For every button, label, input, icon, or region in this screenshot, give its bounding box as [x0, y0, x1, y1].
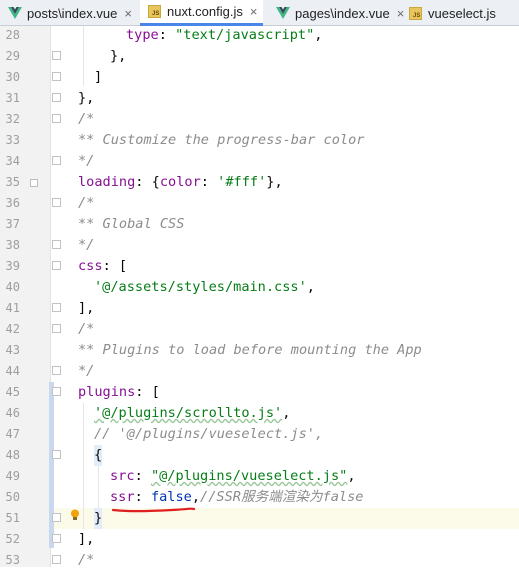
- tab-vueselect-js[interactable]: JS vueselect.js: [409, 0, 496, 26]
- line-number: 28: [5, 28, 20, 42]
- code-line-38[interactable]: */: [78, 235, 94, 256]
- line-number: 29: [5, 49, 20, 63]
- code-line-47[interactable]: // '@/plugins/vueselect.js',: [94, 424, 323, 445]
- fold-marker[interactable]: [52, 387, 61, 396]
- line-number: 36: [5, 196, 20, 210]
- scope-indicator: [49, 382, 54, 548]
- tab-label: vueselect.js: [428, 5, 496, 21]
- fold-marker[interactable]: [52, 93, 61, 102]
- close-icon[interactable]: ×: [124, 6, 132, 21]
- indent-guide: [83, 403, 84, 529]
- code-line-48[interactable]: {: [94, 445, 103, 466]
- line-number: 49: [5, 469, 20, 483]
- line-number: 35: [5, 175, 20, 189]
- indent-guide: [83, 26, 84, 86]
- code-line-43[interactable]: ** Plugins to load before mounting the A…: [78, 340, 422, 361]
- tab-pages-index-vue[interactable]: pages\index.vue ×: [276, 0, 404, 26]
- tab-label: posts\index.vue: [27, 5, 118, 21]
- code-line-42[interactable]: /*: [78, 319, 94, 340]
- close-icon[interactable]: ×: [250, 4, 258, 19]
- fold-marker[interactable]: [52, 72, 61, 81]
- code-line-33[interactable]: ** Customize the progress-bar color: [78, 130, 364, 151]
- line-number: 38: [5, 238, 20, 252]
- code-line-37[interactable]: ** Global CSS: [78, 214, 184, 235]
- line-number: 46: [5, 406, 20, 420]
- code-line-45[interactable]: plugins: [: [78, 382, 160, 403]
- line-number: 33: [5, 133, 20, 147]
- tab-posts-index-vue[interactable]: posts\index.vue ×: [8, 0, 132, 26]
- code-line-29[interactable]: },: [110, 46, 126, 67]
- line-number: 31: [5, 91, 20, 105]
- line-number: 53: [5, 553, 20, 567]
- fold-marker[interactable]: [52, 114, 61, 123]
- code-line-40[interactable]: '@/assets/styles/main.css',: [94, 277, 315, 298]
- code-line-28[interactable]: type: "text/javascript",: [126, 25, 322, 46]
- line-number: 47: [5, 427, 20, 441]
- fold-marker[interactable]: [52, 156, 61, 165]
- vue-icon: [8, 7, 22, 19]
- line-number: 37: [5, 217, 20, 231]
- line-number: 32: [5, 112, 20, 126]
- code-line-46[interactable]: '@/plugins/scrollto.js',: [94, 403, 290, 424]
- code-line-52[interactable]: ],: [78, 529, 94, 550]
- line-number: 34: [5, 154, 20, 168]
- tab-label: pages\index.vue: [295, 5, 390, 21]
- fold-marker[interactable]: [52, 51, 61, 60]
- line-number: 44: [5, 364, 20, 378]
- fold-marker[interactable]: [52, 198, 61, 207]
- line-number: 48: [5, 448, 20, 462]
- fold-marker[interactable]: [52, 261, 61, 270]
- code-line-32[interactable]: /*: [78, 109, 94, 130]
- line-number: 39: [5, 259, 20, 273]
- line-number: 40: [5, 280, 20, 294]
- code-line-53[interactable]: /*: [78, 550, 94, 571]
- line-number: 52: [5, 532, 20, 546]
- close-icon[interactable]: ×: [397, 6, 405, 21]
- code-line-36[interactable]: /*: [78, 193, 94, 214]
- code-line-31[interactable]: },: [78, 88, 94, 109]
- code-line-51[interactable]: }: [94, 508, 103, 529]
- line-number: 51: [5, 511, 20, 525]
- fold-marker[interactable]: [52, 513, 61, 522]
- fold-marker[interactable]: [52, 366, 61, 375]
- breakpoint-marker[interactable]: [30, 179, 38, 187]
- indent-guide: [98, 466, 99, 508]
- code-line-34[interactable]: */: [78, 151, 94, 172]
- js-file-icon: JS: [148, 5, 161, 18]
- tab-label: nuxt.config.js: [167, 4, 243, 19]
- tab-nuxt-config-js[interactable]: JS nuxt.config.js ×: [140, 0, 264, 26]
- fold-marker[interactable]: [52, 450, 61, 459]
- code-line-35[interactable]: loading: {color: '#fff'},: [78, 172, 283, 193]
- code-line-49[interactable]: src: "@/plugins/vueselect.js",: [110, 466, 356, 487]
- red-underline-annotation: [112, 507, 196, 513]
- line-number: 43: [5, 343, 20, 357]
- code-line-30[interactable]: ]: [94, 67, 102, 88]
- code-line-41[interactable]: ],: [78, 298, 94, 319]
- line-number: 30: [5, 70, 20, 84]
- lightbulb-icon[interactable]: [70, 509, 80, 521]
- js-file-icon: JS: [409, 6, 422, 20]
- line-number: 45: [5, 385, 20, 399]
- fold-marker[interactable]: [52, 534, 61, 543]
- code-line-39[interactable]: css: [: [78, 256, 127, 277]
- fold-marker[interactable]: [52, 324, 61, 333]
- fold-marker[interactable]: [52, 303, 61, 312]
- code-line-44[interactable]: */: [78, 361, 94, 382]
- line-number: 41: [5, 301, 20, 315]
- fold-marker[interactable]: [52, 240, 61, 249]
- line-number: 50: [5, 490, 20, 504]
- vue-icon: [276, 7, 290, 19]
- editor-tab-bar: posts\index.vue × JS nuxt.config.js × pa…: [0, 0, 519, 26]
- line-number: 42: [5, 322, 20, 336]
- fold-marker[interactable]: [52, 555, 61, 564]
